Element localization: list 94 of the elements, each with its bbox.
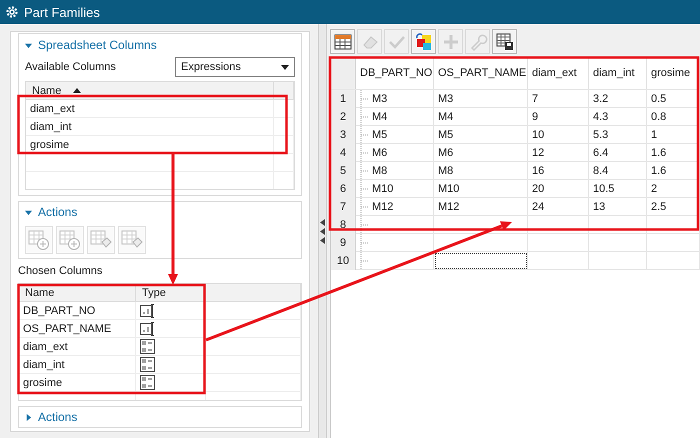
table-cell: M8 [372, 165, 388, 177]
table-cell: 5.3 [589, 126, 647, 144]
table-cell: 6.4 [589, 144, 647, 162]
available-columns-label: Available Columns [25, 60, 116, 74]
row-number[interactable]: 4 [331, 144, 356, 162]
tree-connector-icon [360, 144, 369, 162]
section-header[interactable]: Spreadsheet Columns [25, 37, 295, 53]
table-cell: 4.3 [589, 108, 647, 126]
row-number[interactable]: 7 [331, 198, 356, 216]
section-header[interactable]: Actions [25, 409, 295, 425]
table-cell[interactable]: OS_PART_NAME [19, 320, 136, 337]
number-type-icon [140, 375, 155, 390]
table-add-icon [59, 229, 81, 251]
column-header[interactable]: OS_PART_NAME [434, 57, 528, 89]
table-cell: M4 [372, 111, 388, 123]
column-header[interactable]: DB_PART_NO [356, 57, 434, 89]
table-cell: 20 [528, 180, 589, 198]
table-cell: M6 [434, 144, 528, 162]
tree-connector-icon [360, 198, 369, 216]
table-cell: 16 [528, 162, 589, 180]
tree-connector-icon [360, 108, 369, 126]
table-cell: 3.2 [589, 90, 647, 108]
row-number[interactable]: 10 [331, 252, 356, 270]
table-cell: M12 [372, 201, 394, 213]
table-cell: 8.4 [589, 162, 647, 180]
number-type-icon [140, 339, 155, 354]
table-cell: M5 [372, 129, 388, 141]
chosen-columns-label: Chosen Columns [18, 264, 104, 278]
table-cell[interactable]: diam_ext [26, 100, 274, 117]
row-number[interactable]: 5 [331, 162, 356, 180]
column-header[interactable]: Type [136, 284, 206, 301]
table-cell: M10 [372, 183, 394, 195]
collapse-triangle-icon [25, 42, 32, 48]
table-cell: 1.6 [647, 144, 700, 162]
table-cell[interactable]: diam_ext [19, 338, 136, 355]
collapse-triangle-icon [25, 208, 32, 216]
row-number[interactable]: 1 [331, 90, 356, 108]
columns-dropdown[interactable]: Expressions [175, 57, 295, 77]
table-cell: 2 [647, 180, 700, 198]
table-cell[interactable]: grosime [26, 136, 274, 153]
table-cell: M8 [434, 162, 528, 180]
table-cell: 1 [647, 126, 700, 144]
tree-connector-icon [360, 252, 369, 270]
table-cell: 0.5 [647, 90, 700, 108]
table-cell: M6 [372, 147, 388, 159]
dropdown-caret-icon [281, 64, 289, 70]
tree-connector-icon [360, 90, 369, 108]
color-squares-icon [414, 32, 434, 52]
tree-connector-icon [360, 126, 369, 144]
toolbar-button[interactable] [492, 29, 517, 54]
table-cell: 0.8 [647, 108, 700, 126]
number-type-icon [140, 357, 155, 372]
tree-connector-icon [360, 216, 369, 234]
table-icon [332, 32, 352, 52]
table-cell[interactable]: diam_int [19, 356, 136, 373]
table-cell[interactable]: DB_PART_NO [19, 302, 136, 319]
text-type-icon [140, 322, 156, 336]
table-cell: M10 [434, 180, 528, 198]
tree-connector-icon [360, 162, 369, 180]
column-header[interactable]: diam_int [589, 57, 647, 89]
splitter[interactable] [318, 24, 327, 438]
row-number[interactable]: 2 [331, 108, 356, 126]
table-add-icon [28, 229, 50, 251]
row-number[interactable]: 9 [331, 234, 356, 252]
table-cell[interactable]: grosime [19, 374, 136, 391]
table-cell: M5 [434, 126, 528, 144]
expand-triangle-icon [25, 414, 32, 420]
table-cell: 24 [528, 198, 589, 216]
table-save-icon [494, 32, 514, 52]
table-cell: 13 [589, 198, 647, 216]
column-header[interactable]: grosime [647, 57, 700, 89]
column-header[interactable]: diam_ext [528, 57, 589, 89]
table-cell: 7 [528, 90, 589, 108]
section-header[interactable]: Actions [25, 205, 295, 219]
table-cell: M3 [434, 90, 528, 108]
gear-icon [6, 6, 18, 18]
table-cell: 12 [528, 144, 589, 162]
table-cell: 10 [528, 126, 589, 144]
column-header[interactable]: Name [19, 284, 136, 301]
table-cell: M12 [434, 198, 528, 216]
table-cell: M4 [434, 108, 528, 126]
table-cell: 1.6 [647, 162, 700, 180]
tree-connector-icon [360, 234, 369, 252]
table-cell[interactable]: diam_int [26, 118, 274, 135]
row-number[interactable]: 6 [331, 180, 356, 198]
table-cell: 9 [528, 108, 589, 126]
table-cell: 10.5 [589, 180, 647, 198]
window-title: Part Families [24, 4, 100, 20]
toolbar-button[interactable] [330, 29, 355, 54]
tree-connector-icon [360, 180, 369, 198]
table-cell: M3 [372, 93, 388, 105]
text-type-icon [140, 304, 156, 318]
row-number[interactable]: 3 [331, 126, 356, 144]
table-cell: 2.5 [647, 198, 700, 216]
